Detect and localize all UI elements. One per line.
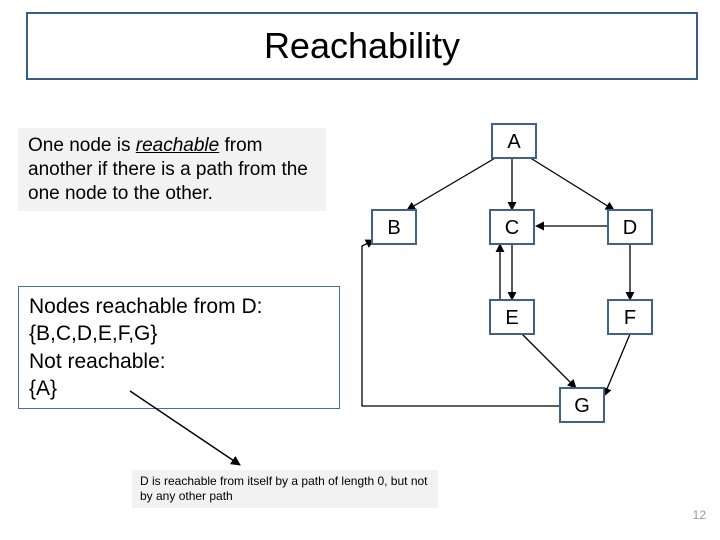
slide-title: Reachability bbox=[264, 25, 460, 67]
node-c: C bbox=[490, 210, 534, 244]
definition-box: One node is reachable from another if th… bbox=[18, 128, 326, 211]
node-c-label: C bbox=[505, 217, 519, 239]
example-line-1: Nodes reachable from D: bbox=[29, 293, 329, 320]
annotation-arrow bbox=[120, 385, 340, 475]
node-b-label: B bbox=[387, 217, 400, 239]
example-line-2: {B,C,D,E,F,G} bbox=[29, 320, 329, 347]
node-f-label: F bbox=[624, 307, 636, 329]
node-f: F bbox=[608, 300, 652, 334]
node-b: B bbox=[372, 210, 416, 244]
footnote-text: D is reachable from itself by a path of … bbox=[140, 474, 428, 503]
node-d-label: D bbox=[623, 217, 637, 239]
page-number: 12 bbox=[693, 508, 706, 522]
node-a-label: A bbox=[507, 131, 521, 153]
definition-pre: One node is bbox=[28, 135, 136, 156]
node-e: E bbox=[490, 300, 534, 334]
definition-em: reachable bbox=[136, 135, 219, 156]
node-g: G bbox=[560, 388, 604, 422]
footnote-box: D is reachable from itself by a path of … bbox=[132, 470, 438, 508]
reachability-graph: A B C D E F G bbox=[352, 110, 702, 470]
example-line-3: Not reachable: bbox=[29, 348, 329, 375]
slide-title-box: Reachability bbox=[26, 12, 698, 80]
node-d: D bbox=[608, 210, 652, 244]
node-g-label: G bbox=[574, 395, 590, 417]
node-e-label: E bbox=[505, 307, 518, 329]
node-a: A bbox=[492, 124, 536, 158]
